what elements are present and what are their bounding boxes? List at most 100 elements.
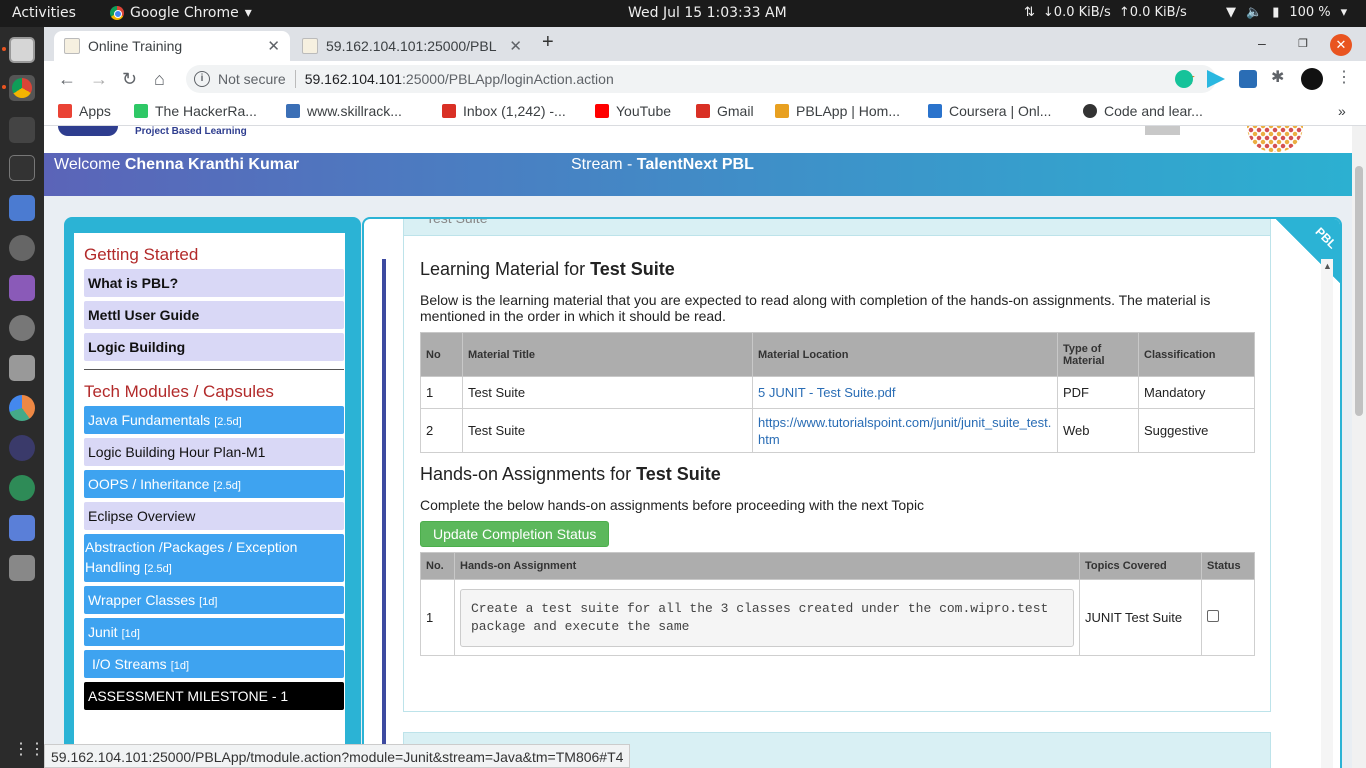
info-icon[interactable]: i	[194, 71, 210, 87]
close-window-button[interactable]: ✕	[1330, 34, 1352, 56]
bookmark-label: YouTube	[616, 103, 672, 119]
chrome-app-icon[interactable]	[9, 75, 35, 101]
status-checkbox[interactable]	[1207, 610, 1219, 622]
files-icon[interactable]	[9, 37, 35, 63]
bookmark-gmail[interactable]: Gmail	[696, 103, 754, 119]
table-row: 1 Test Suite 5 JUNIT - Test Suite.pdf PD…	[420, 376, 1255, 409]
module-label: OOPS / Inheritance	[88, 476, 210, 492]
profile-avatar[interactable]	[1301, 68, 1323, 90]
screen-capture-icon[interactable]	[9, 515, 35, 541]
software-icon[interactable]	[9, 315, 35, 341]
more-options-icon[interactable]: ⋮	[1336, 67, 1354, 86]
close-icon[interactable]: ✕	[267, 37, 280, 55]
learning-material-title: Learning Material for Test Suite	[420, 259, 675, 280]
title-topic: Test Suite	[590, 259, 675, 279]
bookmark-apps[interactable]: Apps	[58, 103, 111, 119]
tweaks-icon[interactable]	[9, 275, 35, 301]
forward-icon[interactable]: →	[90, 69, 108, 90]
bookmark-label: The HackerRa...	[155, 103, 257, 119]
sidebar-item-io-streams[interactable]: I/O Streams [1d]	[84, 650, 344, 678]
col-type: Type of Material	[1057, 332, 1139, 377]
stream-name: TalentNext PBL	[636, 156, 754, 173]
site-header: Project Based Learning	[44, 126, 1352, 153]
terminal-icon[interactable]	[9, 155, 35, 181]
material-link[interactable]: https://www.tutorialspoint.com/junit/jun…	[758, 414, 1052, 448]
app-icon[interactable]	[9, 475, 35, 501]
cell-status	[1201, 579, 1255, 656]
clock[interactable]: Wed Jul 15 1:03:33 AM	[628, 5, 787, 21]
bookmark-label: www.skillrack...	[307, 103, 402, 119]
scrollbar-thumb[interactable]	[1355, 166, 1363, 416]
play-extension-icon[interactable]	[1207, 70, 1225, 88]
bookmark-code-and-learn[interactable]: Code and lear...	[1083, 103, 1203, 119]
new-tab-button[interactable]: +	[542, 31, 554, 54]
bookmark-pblapp[interactable]: PBLApp | Hom...	[775, 103, 900, 119]
close-icon[interactable]: ✕	[509, 37, 522, 55]
pbl-favicon-icon	[64, 38, 80, 54]
grammarly-icon[interactable]	[1175, 70, 1193, 88]
sidebar-item-what-is-pbl[interactable]: What is PBL?	[84, 269, 344, 297]
bookmark-skillrack[interactable]: www.skillrack...	[286, 103, 402, 119]
page-viewport: Project Based Learning Welcome Chenna Kr…	[44, 126, 1366, 768]
cell-type: PDF	[1057, 376, 1139, 409]
tab-pbl[interactable]: 59.162.104.101:25000/PBL ✕	[292, 31, 532, 61]
divider	[84, 369, 344, 370]
scroll-up-icon[interactable]: ▲	[1323, 261, 1332, 271]
sidebar-item-eclipse-overview[interactable]: Eclipse Overview	[84, 502, 344, 530]
sidebar-item-logic-building[interactable]: Logic Building	[84, 333, 344, 361]
pbl-favicon-icon	[775, 104, 789, 118]
module-duration: [1d]	[121, 628, 140, 640]
back-icon[interactable]: ←	[58, 69, 76, 90]
sidebar-item-junit[interactable]: Junit [1d]	[84, 618, 344, 646]
activities-button[interactable]: Activities	[12, 5, 76, 21]
sidebar-item-logic-building-hour-plan[interactable]: Logic Building Hour Plan-M1	[84, 438, 344, 466]
maximize-button[interactable]: ❐	[1298, 37, 1308, 50]
address-bar[interactable]: i Not secure 59.162.104.101 :25000/PBLAp…	[186, 65, 1216, 93]
sidebar-item-assessment-milestone[interactable]: ASSESSMENT MILESTONE - 1	[84, 682, 344, 710]
settings-icon[interactable]	[9, 235, 35, 261]
pbl-logo[interactable]	[58, 126, 118, 136]
more-bookmarks-icon[interactable]: »	[1338, 103, 1346, 119]
disk-usage-icon[interactable]	[9, 395, 35, 421]
sidebar-item-wrapper-classes[interactable]: Wrapper Classes [1d]	[84, 586, 344, 614]
drive-icon[interactable]	[9, 555, 35, 581]
stream-text: Stream - TalentNext PBL	[571, 156, 754, 174]
assignment-text-box[interactable]: Create a test suite for all the 3 classe…	[460, 588, 1074, 647]
screenshot-icon[interactable]	[9, 195, 35, 221]
minimize-button[interactable]: –	[1258, 35, 1266, 51]
bookmark-hackerrank[interactable]: The HackerRa...	[134, 103, 257, 119]
material-link[interactable]: 5 JUNIT - Test Suite.pdf	[758, 385, 896, 400]
sidebar-item-abstraction-packages[interactable]: Abstraction /Packages / Exception Handli…	[84, 534, 344, 582]
youtube-icon	[595, 104, 609, 118]
reload-icon[interactable]: ↻	[122, 69, 137, 90]
sidebar: Getting Started What is PBL? Mettl User …	[64, 217, 361, 768]
cell-assignment: Create a test suite for all the 3 classe…	[454, 579, 1080, 656]
net-down: ↓0.0 KiB/s	[1042, 5, 1111, 20]
sidebar-item-oops-inheritance[interactable]: OOPS / Inheritance [2.5d]	[84, 470, 344, 498]
app-menu[interactable]: Google Chrome ▾	[110, 5, 252, 21]
material-table: No Material Title Material Location Type…	[420, 332, 1255, 453]
content-scrollbar[interactable]: ▲	[1321, 259, 1333, 768]
bookmark-inbox[interactable]: Inbox (1,242) -...	[442, 103, 566, 119]
system-monitor-icon[interactable]	[9, 117, 35, 143]
sidebar-item-java-fundamentals[interactable]: Java Fundamentals [2.5d]	[84, 406, 344, 434]
eclipse-icon[interactable]	[9, 435, 35, 461]
extensions-puzzle-icon[interactable]: ✱	[1271, 67, 1289, 86]
bookmark-coursera[interactable]: Coursera | Onl...	[928, 103, 1051, 119]
topic-header[interactable]: Test Suite	[404, 219, 1270, 236]
col-assignment: Hands-on Assignment	[454, 552, 1080, 580]
main-panel: PBL Test Suite Learning Material for Tes…	[362, 217, 1342, 768]
cell-no: 1	[420, 579, 455, 656]
col-classification: Classification	[1138, 332, 1255, 377]
clipboard-icon[interactable]	[9, 355, 35, 381]
bookmark-youtube[interactable]: YouTube	[595, 103, 671, 119]
extension-icon[interactable]	[1239, 70, 1257, 88]
home-icon[interactable]: ⌂	[154, 69, 165, 90]
tab-online-training[interactable]: Online Training ✕	[54, 31, 290, 61]
system-tray[interactable]: ▼ 🔈 ▮ 100 % ▾	[1226, 5, 1347, 20]
sidebar-item-mettl-user-guide[interactable]: Mettl User Guide	[84, 301, 344, 329]
module-label: Logic Building Hour Plan-M1	[88, 444, 266, 460]
tab-label: 59.162.104.101:25000/PBL	[326, 38, 497, 54]
update-completion-status-button[interactable]: Update Completion Status	[420, 521, 610, 547]
page-scrollbar[interactable]	[1352, 126, 1366, 768]
